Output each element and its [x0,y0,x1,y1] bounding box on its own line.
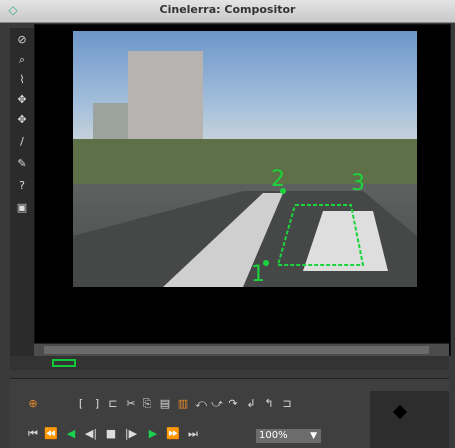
cut-icon[interactable]: ✂ [124,397,138,411]
help-icon[interactable]: ? [14,178,30,194]
paste-icon[interactable]: ▤ [158,397,172,411]
label-icon[interactable]: ↷ [226,397,240,411]
tree-line [73,139,417,184]
in-point-icon[interactable]: [ [74,397,88,411]
control-panel: ⊕ [ ] ⊏ ✂ ⎘ ▤ ▥ ⤺ ⤻ ↷ ↲ ↰ ⊐ ⏮ ⏪ ◀ ◀| ■ |… [10,378,449,448]
tool-rail: ⊘ ⌕ ⌇ ✥ ✥ / ✎ ? ▣ [10,28,34,358]
translate-icon[interactable]: ✥ [14,92,30,108]
redo-icon[interactable]: ⤻ [210,397,224,411]
chevron-down-icon[interactable]: ▼ [310,429,317,443]
crop-icon[interactable]: / [14,134,30,150]
overwrite-icon[interactable]: ⊐ [280,397,294,411]
road-scene: 1 2 3 [73,51,417,287]
eyedropper-icon[interactable]: ✎ [14,156,30,172]
corner-label-1: 1 [251,262,265,287]
title-bar: ◇ Cinelerra: Compositor [0,0,455,23]
mask-icon[interactable]: ⌇ [14,72,30,88]
copy-icon[interactable]: ⎘ [140,397,154,411]
end-icon[interactable]: ⏭ [186,427,200,441]
frame-forward-icon[interactable]: |▶ [124,427,138,441]
prev-label-icon[interactable]: ↲ [244,397,258,411]
rewind-icon[interactable]: ⏮ [26,427,40,441]
undo-icon[interactable]: ⤺ [194,397,208,411]
out-point-icon[interactable]: ] [90,397,104,411]
zoom-value: 100% [259,430,288,441]
compositor-canvas[interactable]: 1 2 3 [34,24,451,356]
zoom-select[interactable]: 100% ▼ [256,429,321,443]
record-icon[interactable]: ⊕ [26,397,40,411]
stop-icon[interactable]: ■ [104,427,118,441]
preview-box [370,391,449,448]
video-frame: 1 2 3 [73,31,417,287]
timeline-marker[interactable] [52,359,76,367]
protect-icon[interactable]: ⊘ [14,32,30,48]
horizontal-scrollbar[interactable] [34,343,449,356]
timeline-bar[interactable] [10,356,449,370]
splice-icon[interactable]: ⊏ [106,397,120,411]
clip-icon[interactable]: ▥ [176,397,190,411]
next-label-icon[interactable]: ↰ [262,397,276,411]
fast-reverse-icon[interactable]: ⏪ [44,427,58,441]
scroll-thumb[interactable] [44,346,429,354]
building-icon [128,51,203,149]
corner-label-3: 3 [351,171,365,196]
fast-forward-icon[interactable]: ⏩ [166,427,180,441]
corner-label-2: 2 [271,167,285,192]
camera-icon[interactable]: ✥ [14,112,30,128]
zoom-icon[interactable]: ⌕ [14,52,30,68]
safe-region-icon[interactable]: ▣ [14,200,30,216]
window-title: Cinelerra: Compositor [159,3,296,16]
reverse-play-icon[interactable]: ◀ [64,427,78,441]
frame-back-icon[interactable]: ◀| [84,427,98,441]
play-icon[interactable]: ▶ [146,427,160,441]
